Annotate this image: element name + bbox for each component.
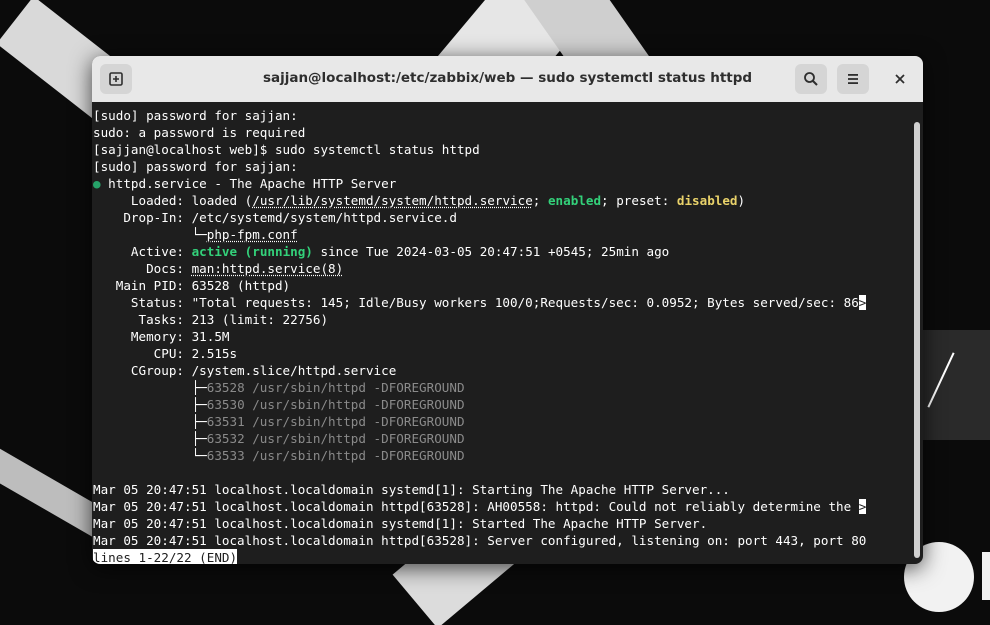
new-tab-icon: [109, 72, 123, 86]
unit-file-path[interactable]: /usr/lib/systemd/system/httpd.service: [252, 193, 533, 208]
shell-prompt-line: [sajjan@localhost web]$ sudo systemctl s…: [93, 142, 480, 157]
search-icon: [804, 72, 818, 86]
pager-status-line: lines 1-22/22 (END): [93, 549, 911, 564]
journal-line: Mar 05 20:47:51 localhost.localdomain ht…: [93, 533, 867, 548]
output-line: sudo: a password is required: [93, 125, 306, 140]
cgroup-process: ├─63532 /usr/sbin/httpd -DFOREGROUND: [93, 431, 465, 446]
status-dot-icon: ●: [93, 176, 101, 191]
dropin-file-link[interactable]: php-fpm.conf: [207, 227, 298, 242]
docs-link[interactable]: man:httpd.service(8): [192, 261, 344, 276]
search-button[interactable]: [795, 64, 827, 94]
active-line: Active: active (running) since Tue 2024-…: [93, 244, 670, 259]
window-title: sajjan@localhost:/etc/zabbix/web — sudo …: [262, 70, 753, 86]
close-icon: [895, 74, 905, 84]
title-bar: sajjan@localhost:/etc/zabbix/web — sudo …: [92, 56, 923, 102]
tasks-line: Tasks: 213 (limit: 22756): [93, 312, 329, 327]
truncation-marker: >: [858, 295, 867, 310]
pager-status: lines 1-22/22 (END): [93, 549, 238, 564]
dropin-file-line: └─php-fpm.conf: [93, 227, 298, 242]
truncation-marker: >: [858, 499, 867, 514]
dropin-line: Drop-In: /etc/systemd/system/httpd.servi…: [93, 210, 457, 225]
cgroup-process: ├─63530 /usr/sbin/httpd -DFOREGROUND: [93, 397, 465, 412]
enabled-state: enabled: [547, 193, 602, 208]
preset-state: disabled: [676, 193, 738, 208]
journal-line: Mar 05 20:47:51 localhost.localdomain ht…: [93, 499, 867, 514]
journal-line: Mar 05 20:47:51 localhost.localdomain sy…: [93, 482, 730, 497]
output-line: [sudo] password for sajjan:: [93, 159, 298, 174]
memory-line: Memory: 31.5M: [93, 329, 230, 344]
cpu-line: CPU: 2.515s: [93, 346, 238, 361]
docs-line: Docs: man:httpd.service(8): [93, 261, 344, 276]
cgroup-process: └─63533 /usr/sbin/httpd -DFOREGROUND: [93, 448, 465, 463]
cgroup-process: ├─63528 /usr/sbin/httpd -DFOREGROUND: [93, 380, 465, 395]
cgroup-line: CGroup: /system.slice/httpd.service: [93, 363, 397, 378]
service-header-line: ● httpd.service - The Apache HTTP Server: [93, 176, 397, 191]
active-state: active (running): [191, 244, 313, 259]
journal-line: Mar 05 20:47:51 localhost.localdomain sy…: [93, 516, 708, 531]
status-line: Status: "Total requests: 145; Idle/Busy …: [93, 295, 867, 310]
output-line: [sudo] password for sajjan:: [93, 108, 298, 123]
loaded-line: Loaded: loaded (/usr/lib/systemd/system/…: [93, 193, 746, 208]
main-pid-line: Main PID: 63528 (httpd): [93, 278, 291, 293]
terminal-window: sajjan@localhost:/etc/zabbix/web — sudo …: [92, 56, 923, 564]
cgroup-process: ├─63531 /usr/sbin/httpd -DFOREGROUND: [93, 414, 465, 429]
scrollbar[interactable]: [914, 122, 920, 558]
terminal-output[interactable]: [sudo] password for sajjan: sudo: a pass…: [92, 102, 911, 564]
hamburger-menu-icon: [848, 74, 858, 84]
menu-button[interactable]: [837, 64, 869, 94]
close-button[interactable]: [884, 64, 916, 94]
new-tab-button[interactable]: [100, 64, 132, 94]
